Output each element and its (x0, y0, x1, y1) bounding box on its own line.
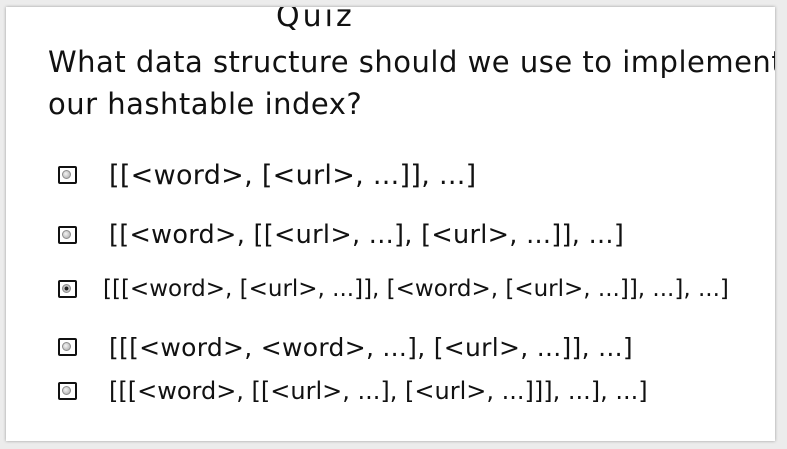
radio-dot-icon (62, 230, 71, 239)
radio-dot-icon (62, 342, 71, 351)
radio-selected-dot-icon (62, 284, 71, 293)
answer-option-2[interactable]: [[<word>, [[<url>, ...], [<url>, ...]], … (58, 215, 624, 255)
radio-button-1[interactable] (58, 166, 77, 184)
answer-option-2-label: [[<word>, [[<url>, ...], [<url>, ...]], … (109, 220, 625, 250)
quiz-canvas: Quiz What data structure should we use t… (6, 7, 775, 441)
answer-option-4-label: [[[<word>, <word>, ...], [<url>, ...]], … (109, 332, 633, 362)
radio-button-4[interactable] (58, 338, 77, 356)
radio-dot-icon (62, 170, 71, 179)
answer-option-5-label: [[[<word>, [[<url>, ...], [<url>, ...]]]… (109, 377, 648, 405)
question-line-2: our hashtable index? (48, 87, 363, 121)
answer-option-1[interactable]: [[<word>, [<url>, ...]], ...] (58, 155, 476, 195)
answer-option-4[interactable]: [[[<word>, <word>, ...], [<url>, ...]], … (58, 327, 633, 367)
answer-option-1-label: [[<word>, [<url>, ...]], ...] (109, 159, 477, 191)
radio-button-2[interactable] (58, 226, 77, 244)
radio-button-3[interactable] (58, 280, 77, 298)
answer-option-3[interactable]: [[[<word>, [<url>, ...]], [<word>, [<url… (58, 269, 729, 309)
answer-option-5[interactable]: [[[<word>, [[<url>, ...], [<url>, ...]]]… (58, 371, 648, 411)
answer-option-3-label: [[[<word>, [<url>, ...]], [<word>, [<url… (103, 276, 729, 302)
radio-button-5[interactable] (58, 382, 77, 400)
radio-dot-icon (62, 386, 71, 395)
question-line-1: What data structure should we use to imp… (48, 45, 775, 79)
quiz-title: Quiz (276, 7, 355, 34)
